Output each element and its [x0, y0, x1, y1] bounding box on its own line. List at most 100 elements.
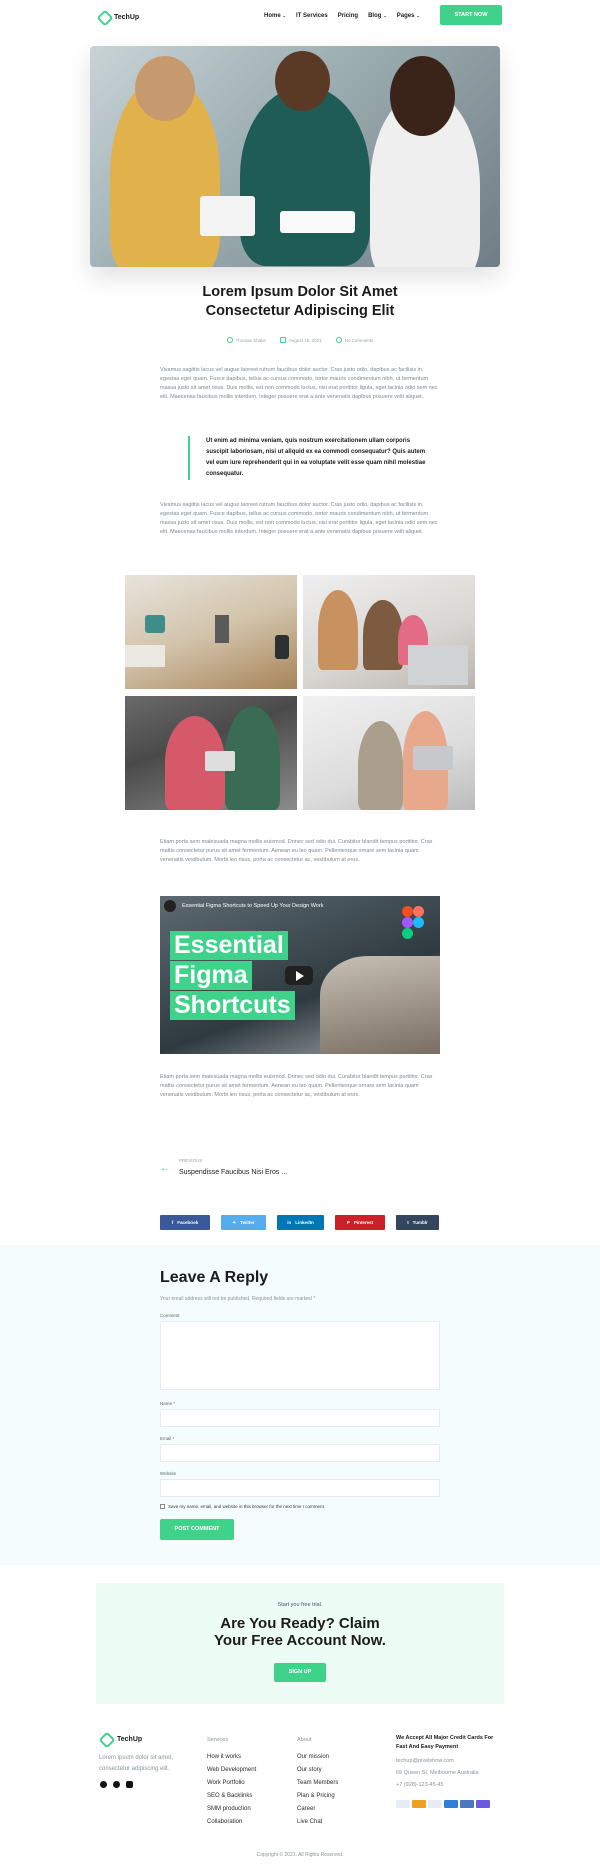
nav-item-pricing[interactable]: Pricing [338, 13, 358, 19]
post-title: Lorem Ipsum Dolor Sit Amet Consectetur A… [202, 284, 398, 319]
visa-icon [396, 1800, 410, 1808]
mastercard-icon [412, 1800, 426, 1808]
arrow-left-icon: ← [160, 1163, 170, 1174]
footer-link[interactable]: Work Portfolio [207, 1777, 256, 1790]
save-info-label: Save my name, email, and website in this… [168, 1504, 326, 1509]
footer-link[interactable]: Web Development [207, 1764, 256, 1777]
footer-link[interactable]: Collaboration [207, 1816, 256, 1829]
chevron-down-icon: ⌄ [416, 13, 420, 18]
post-comments[interactable]: No Comments [335, 337, 373, 343]
discover-icon [460, 1800, 474, 1808]
twitter-icon: ✦ [232, 1219, 237, 1225]
amex-icon [444, 1800, 458, 1808]
paypal-icon [428, 1800, 442, 1808]
copyright: Copyright © 2021. All Rights Reserved. [256, 1852, 344, 1858]
footer-link[interactable]: Live Chat [297, 1816, 338, 1829]
facebook-icon[interactable] [100, 1781, 107, 1788]
reply-section [0, 1245, 600, 1565]
tumblr-icon: t [407, 1220, 409, 1225]
footer-services: Services How it works Web Development Wo… [207, 1734, 256, 1829]
reply-note: Your email address will not be published… [160, 1296, 316, 1302]
gallery-image-women-laptop[interactable] [303, 575, 475, 689]
payment-icons [396, 1795, 501, 1813]
footer-link[interactable]: Career [297, 1803, 338, 1816]
logo-icon [96, 9, 114, 27]
footer-link[interactable]: Plan & Pricing [297, 1790, 338, 1803]
share-twitter-button[interactable]: ✦ Twitter [221, 1215, 266, 1230]
website-label: Website [160, 1471, 177, 1476]
footer-link[interactable]: Our mission [297, 1751, 338, 1764]
save-info-checkbox[interactable] [160, 1504, 165, 1509]
video-title[interactable]: Essential Figma Shortcuts to Speed Up Yo… [182, 903, 323, 909]
video-headline-1: Essential [170, 931, 288, 960]
contact-phone[interactable]: +7 (928)-123-45-45 [396, 1782, 501, 1788]
post-comment-button[interactable]: POST COMMENT [160, 1519, 234, 1540]
share-pinterest-button[interactable]: P Pinterest [335, 1215, 385, 1230]
start-now-button[interactable]: START NOW [440, 5, 502, 25]
video-headline-3: Shortcuts [170, 991, 295, 1020]
play-icon[interactable] [285, 966, 313, 985]
user-icon [226, 337, 233, 343]
nav-item-pages[interactable]: Pages ⌄ [397, 13, 420, 19]
footer-link[interactable]: Our story [297, 1764, 338, 1777]
sign-up-button[interactable]: SIGN UP [274, 1663, 326, 1682]
post-date[interactable]: August 15, 2021 [279, 337, 322, 343]
maestro-icon [476, 1800, 490, 1808]
contact-email[interactable]: techup@pixelshow.com [396, 1758, 501, 1764]
share-tumblr-button[interactable]: t Tumblr [396, 1215, 439, 1230]
email-label: Email * [160, 1436, 175, 1441]
calendar-icon [279, 337, 286, 343]
brand-name[interactable]: TechUp [114, 14, 139, 21]
video-embed[interactable]: Essential Figma Shortcuts to Speed Up Yo… [160, 896, 440, 1054]
contact-address: 69 Queen St, Melbourne Australia [396, 1770, 479, 1776]
email-field[interactable] [160, 1444, 440, 1462]
post-paragraph: Etiam porta sem malesuada magna mollis e… [160, 1074, 433, 1098]
footer-link[interactable]: SEO & Backlinks [207, 1790, 256, 1803]
gallery-image-office-team[interactable] [303, 696, 475, 810]
footer-link[interactable]: Team Members [297, 1777, 338, 1790]
comment-label: Comment [160, 1313, 180, 1318]
cards-heading: We Accept All Major Credit Cards For Fas… [396, 1735, 494, 1750]
name-field[interactable] [160, 1409, 440, 1427]
main-nav: Home ⌄ IT Services Pricing Blog ⌄ Pages ⌄ [264, 13, 420, 19]
hero-image [90, 46, 500, 267]
chevron-down-icon: ⌄ [383, 13, 387, 18]
cta-heading: Are You Ready? Claim Your Free Account N… [214, 1615, 386, 1649]
twitter-icon[interactable] [113, 1781, 120, 1788]
footer-tagline: Lorem ipsum dolor sit amet, consectetur … [99, 1755, 174, 1772]
post-paragraph: Vivamus sagittis lacus vel augue laoreet… [160, 367, 438, 400]
linkedin-icon: in [287, 1220, 292, 1225]
gallery-image-couple-tablet[interactable] [125, 696, 297, 810]
footer-link[interactable]: How it works [207, 1751, 256, 1764]
figma-logo-icon [402, 906, 424, 940]
name-label: Name * [160, 1401, 176, 1406]
channel-avatar [164, 900, 176, 912]
post-meta: Thomas Shake August 15, 2021 No Comments [0, 337, 600, 343]
youtube-icon[interactable] [126, 1781, 133, 1788]
nav-item-home[interactable]: Home ⌄ [264, 13, 286, 19]
video-headline-2: Figma [170, 961, 252, 990]
nav-item-it-services[interactable]: IT Services [296, 13, 328, 19]
chevron-down-icon: ⌄ [282, 13, 287, 18]
footer-brand[interactable]: TechUp [117, 1736, 142, 1743]
pinterest-icon: P [346, 1220, 350, 1225]
footer-about: About Our mission Our story Team Members… [297, 1734, 338, 1829]
comment-icon [335, 337, 342, 343]
gallery-image-desk[interactable] [125, 575, 297, 689]
footer-link[interactable]: SMM production [207, 1803, 256, 1816]
share-facebook-button[interactable]: f Facebook [160, 1215, 210, 1230]
nav-item-blog[interactable]: Blog ⌄ [368, 13, 387, 19]
site-header: TechUp Home ⌄ IT Services Pricing Blog ⌄ P… [96, 5, 504, 28]
facebook-icon: f [171, 1220, 174, 1225]
reply-heading: Leave A Reply [160, 1269, 269, 1286]
post-paragraph: Etiam porta sem malesuada magna mollis e… [160, 839, 433, 863]
footer-contact: We Accept All Major Credit Cards For Fas… [396, 1734, 501, 1813]
website-field[interactable] [160, 1479, 440, 1497]
post-author[interactable]: Thomas Shake [226, 337, 266, 343]
comment-textarea[interactable] [160, 1321, 440, 1390]
cta-kicker: Start you free trial. [277, 1602, 323, 1608]
footer-social [100, 1781, 133, 1788]
share-linkedin-button[interactable]: in LinkedIn [277, 1215, 324, 1230]
post-blockquote: Ut enim ad minima veniam, quis nostrum e… [188, 436, 434, 480]
post-paragraph: Vivamus sagittis lacus vel augue laoreet… [160, 502, 438, 535]
